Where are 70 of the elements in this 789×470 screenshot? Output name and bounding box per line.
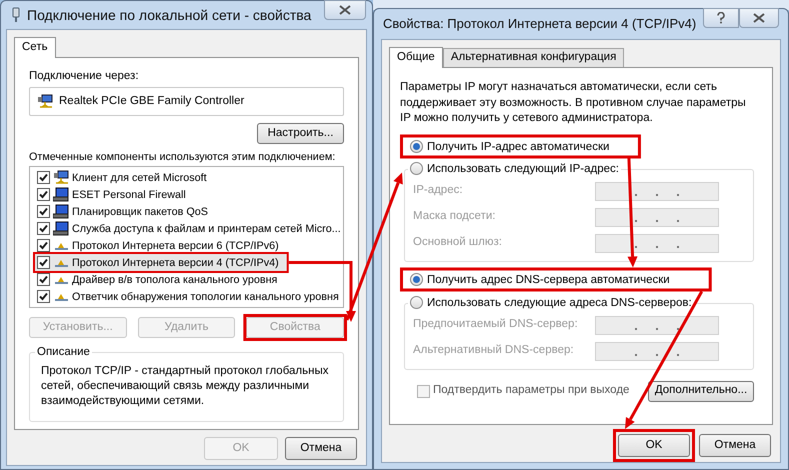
window-title: Свойства: Протокол Интернета версии 4 (TCP/IPv4) [383,15,696,34]
radio-button[interactable] [410,140,423,153]
computer-icon [53,204,69,219]
help-button[interactable] [703,8,739,28]
radio-button[interactable] [410,162,423,175]
list-item[interactable]: Планировщик пакетов QoS [35,203,216,220]
ip-address-field[interactable] [595,316,719,334]
checkbox[interactable] [37,222,50,235]
tab[interactable]: Общие [389,47,443,68]
ip-address-field[interactable] [595,234,719,252]
checkbox[interactable] [37,239,50,252]
checkbox[interactable] [37,290,50,303]
description-text: Протокол TCP/IP - стандартный протокол глобальных сетей, обеспечивающий связь между различными взаимодействующими сетями. [40,364,330,410]
checkbox[interactable] [37,171,50,184]
intro-text: Параметры IP могут назначаться автоматически, если сеть поддерживает эту возможность. В противном случае параметры IP можно получить у сетевого администратора. [400,80,747,126]
computer-icon [53,221,69,236]
adapter-name: Realtek PCIe GBE Family Controller [59,94,244,109]
list-item[interactable]: Служба доступа к файлам и принтерам сетей Micro... [35,220,349,237]
checkbox[interactable] [37,273,50,286]
radio-button[interactable] [410,296,423,309]
dialog-button[interactable]: Отмена [285,437,357,460]
ip-address-field[interactable] [595,182,719,200]
tab[interactable]: Альтернативная конфигурация [442,48,624,67]
item-label: Планировщик пакетов QoS [72,206,208,218]
radio-label: Получить адрес DNS-сервера автоматически [427,272,670,286]
item-label: Протокол Интернета версии 4 (TCP/IPv4) [72,256,279,268]
close-icon [753,13,765,23]
checkbox-label: Подтвердить параметры при выходе [433,383,630,398]
item-label: Клиент для сетей Microsoft [72,172,207,184]
network-plug-icon [11,7,21,23]
ip-address-field[interactable] [595,342,719,360]
item-label: Протокол Интернета версии 6 (TCP/IPv6) [72,240,279,252]
list-item[interactable]: Клиент для сетей Microsoft [35,169,215,186]
close-button[interactable] [739,8,779,28]
radio-label: Получить IP-адрес автоматически [427,140,610,154]
tab[interactable]: Сеть [14,37,56,58]
field-label: Подключение через: [29,69,140,84]
list-item[interactable]: Драйвер в/в тополога канального уровня [35,271,286,288]
checkbox[interactable] [37,188,50,201]
radio-label: Использовать следующий IP-адрес: [427,162,619,176]
field-label: IP-адрес: [413,183,463,198]
close-button[interactable] [324,0,366,20]
radio-button[interactable] [410,273,423,286]
field-label: Предпочитаемый DNS-сервер: [413,317,578,332]
item-label: Драйвер в/в тополога канального уровня [72,274,278,286]
list-item[interactable]: Протокол Интернета версии 6 (TCP/IPv6) [35,237,287,254]
list-item[interactable]: Протокол Интернета версии 4 (TCP/IPv4) [35,254,287,271]
dialog-button[interactable]: Настроить... [257,123,344,144]
item-label: Служба доступа к файлам и принтерам сетей Micro... [72,222,341,234]
list-item[interactable]: ESET Personal Firewall [35,186,194,203]
checkbox[interactable] [37,256,50,269]
list-item[interactable]: Ответчик обнаружения топологии канального уровня [35,288,347,305]
field-label: Маска подсети: [413,209,496,224]
network-client-icon [53,170,69,185]
field-label: Альтернативный DNS-сервер: [413,343,574,358]
help-icon [717,12,725,24]
window-title: Подключение по локальной сети - свойства [27,6,312,25]
network-client-icon [37,94,53,109]
computer-icon [53,187,69,202]
ip-address-field[interactable] [595,208,719,226]
dialog-button[interactable]: Дополнительно... [648,380,754,402]
checkbox[interactable] [37,205,50,218]
dialog-button[interactable]: OK [618,434,690,457]
field-label: Основной шлюз: [413,235,502,250]
field-label: Отмеченные компоненты используются этим подключением: [29,150,336,165]
item-label: ESET Personal Firewall [72,188,186,200]
dialog-button[interactable]: Отмена [699,434,771,457]
radio-label: Использовать следующие адреса DNS-серверов: [427,296,692,310]
item-label: Ответчик обнаружения топологии канального уровня [72,290,339,302]
close-icon [339,5,351,15]
